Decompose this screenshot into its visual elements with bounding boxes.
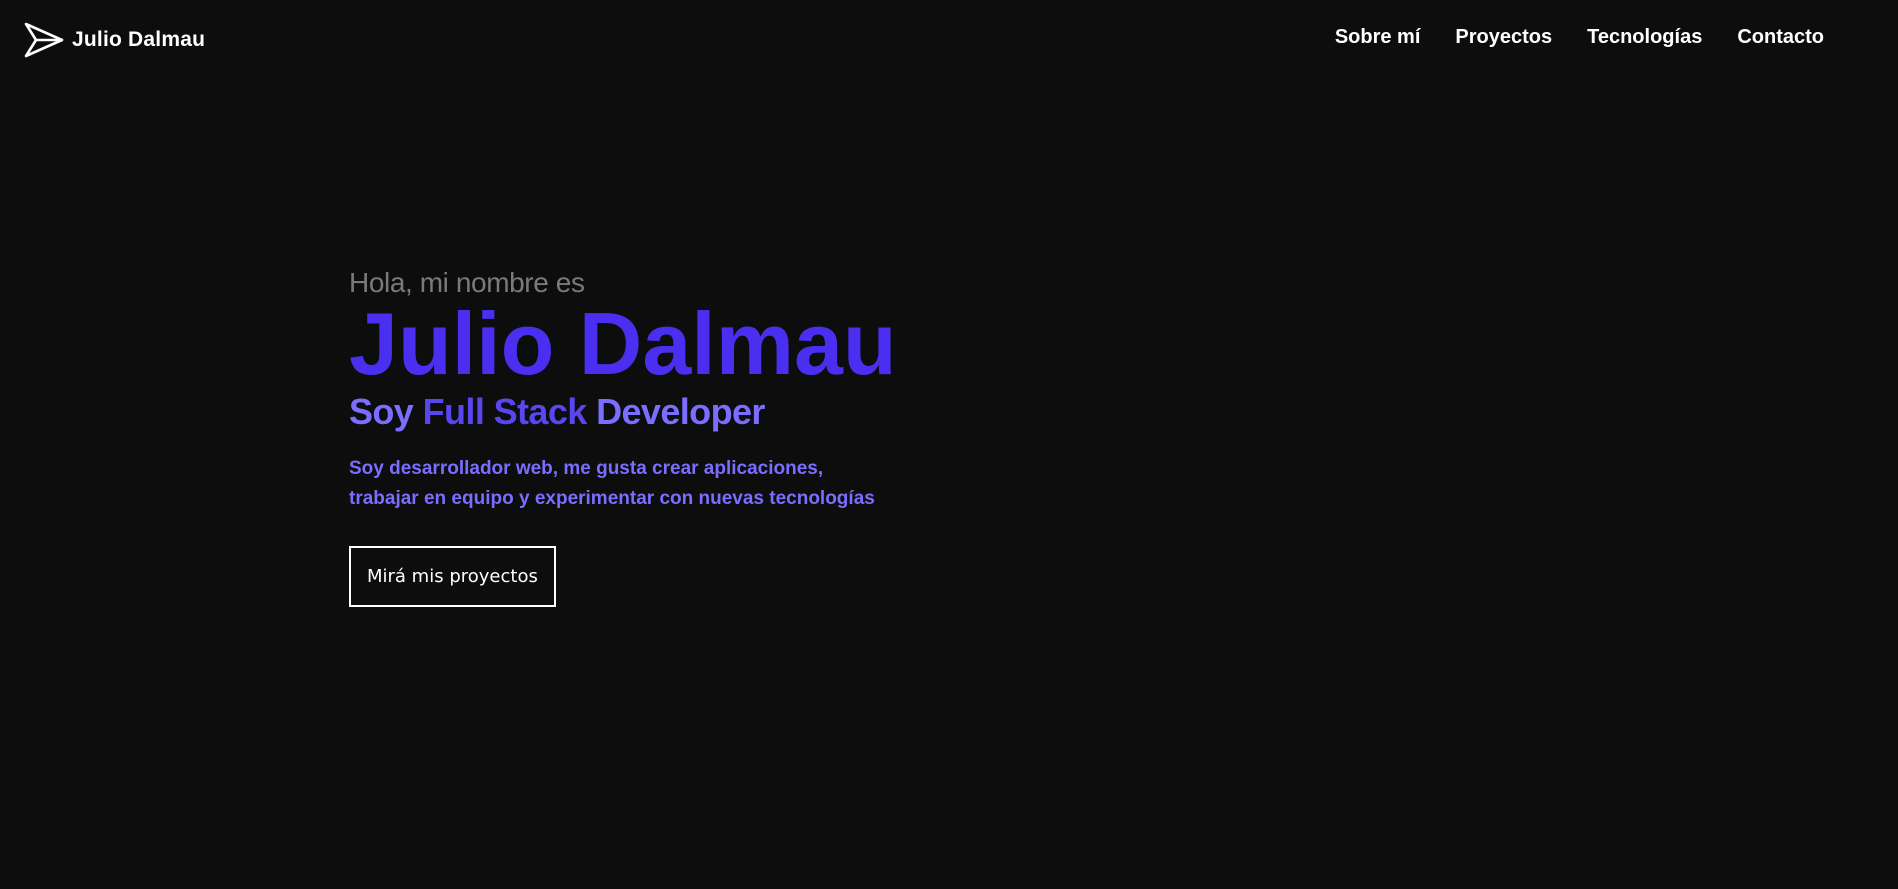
tagline-highlight: Full Stack — [422, 391, 588, 432]
hero-section: Hola, mi nombre es Julio Dalmau Soy Full… — [349, 262, 949, 607]
hero-tagline: Soy Full Stack Developer — [349, 390, 949, 434]
hero-description: Soy desarrollador web, me gusta crear ap… — [349, 458, 875, 509]
paper-plane-icon — [24, 21, 64, 59]
nav-link-proyectos[interactable]: Proyectos — [1455, 26, 1552, 49]
main-nav: Sobre mí Proyectos Tecnologías Contacto — [1335, 26, 1824, 49]
nav-link-sobre-mi[interactable]: Sobre mí — [1335, 26, 1421, 49]
navbar: Julio Dalmau Sobre mí Proyectos Tecnolog… — [0, 0, 1898, 80]
nav-link-tecnologias[interactable]: Tecnologías — [1587, 26, 1702, 49]
tagline-prefix: Soy — [349, 391, 414, 432]
view-projects-button[interactable]: Mirá mis proyectos — [349, 546, 556, 607]
tagline-suffix: Developer — [596, 391, 765, 432]
nav-link-contacto[interactable]: Contacto — [1737, 26, 1824, 49]
brand-name: Julio Dalmau — [72, 28, 206, 51]
hero-name: Julio Dalmau — [349, 294, 897, 393]
brand-link[interactable]: Julio Dalmau — [24, 21, 205, 59]
